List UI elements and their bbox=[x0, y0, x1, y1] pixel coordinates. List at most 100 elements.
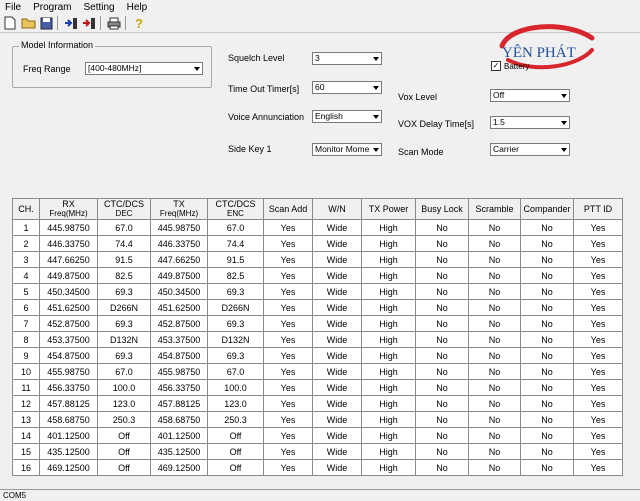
cell-w-n[interactable]: Wide bbox=[312, 267, 362, 284]
cell-rx-freq[interactable]: 453.37500 bbox=[39, 331, 98, 348]
cell-w-n[interactable]: Wide bbox=[312, 331, 362, 348]
cell-ctc-dcs-dec[interactable]: 69.3 bbox=[97, 347, 151, 364]
cell-compander[interactable]: No bbox=[520, 347, 574, 364]
cell-tx-power[interactable]: High bbox=[361, 443, 416, 460]
cell-rx-freq[interactable]: 457.88125 bbox=[39, 395, 98, 412]
cell-ptt-id[interactable]: Yes bbox=[573, 315, 623, 332]
cell-busy-lock[interactable]: No bbox=[415, 267, 469, 284]
cell-w-n[interactable]: Wide bbox=[312, 395, 362, 412]
cell-ptt-id[interactable]: Yes bbox=[573, 267, 623, 284]
cell-tx-freq[interactable]: 456.33750 bbox=[150, 379, 208, 396]
cell-rx-freq[interactable]: 401.12500 bbox=[39, 427, 98, 444]
cell-w-n[interactable]: Wide bbox=[312, 299, 362, 316]
menu-program[interactable]: Program bbox=[28, 2, 78, 13]
cell-busy-lock[interactable]: No bbox=[415, 395, 469, 412]
help-icon[interactable]: ? bbox=[131, 15, 147, 31]
cell-ctc-dcs-enc[interactable]: D132N bbox=[207, 331, 264, 348]
cell-compander[interactable]: No bbox=[520, 219, 574, 236]
cell-tx-power[interactable]: High bbox=[361, 459, 416, 476]
cell-busy-lock[interactable]: No bbox=[415, 427, 469, 444]
battery-checkbox[interactable]: ✓ bbox=[491, 61, 501, 71]
voice-annunciation-select[interactable]: English bbox=[312, 110, 382, 123]
cell-ptt-id[interactable]: Yes bbox=[573, 411, 623, 428]
cell-ctc-dcs-enc[interactable]: D266N bbox=[207, 299, 264, 316]
cell-ctc-dcs-enc[interactable]: 69.3 bbox=[207, 283, 264, 300]
cell-ctc-dcs-enc[interactable]: Off bbox=[207, 443, 264, 460]
cell-busy-lock[interactable]: No bbox=[415, 331, 469, 348]
cell-tx-freq[interactable]: 453.37500 bbox=[150, 331, 208, 348]
cell-scramble[interactable]: No bbox=[468, 219, 521, 236]
cell-ptt-id[interactable]: Yes bbox=[573, 283, 623, 300]
write-radio-icon[interactable] bbox=[81, 15, 97, 31]
cell-scramble[interactable]: No bbox=[468, 235, 521, 252]
cell-scramble[interactable]: No bbox=[468, 379, 521, 396]
cell-busy-lock[interactable]: No bbox=[415, 379, 469, 396]
cell-ptt-id[interactable]: Yes bbox=[573, 443, 623, 460]
cell-tx-power[interactable]: High bbox=[361, 299, 416, 316]
cell-tx-freq[interactable]: 447.66250 bbox=[150, 251, 208, 268]
cell-ctc-dcs-enc[interactable]: Off bbox=[207, 427, 264, 444]
cell-scan-add[interactable]: Yes bbox=[263, 363, 313, 380]
cell-ptt-id[interactable]: Yes bbox=[573, 219, 623, 236]
cell-scan-add[interactable]: Yes bbox=[263, 235, 313, 252]
cell-w-n[interactable]: Wide bbox=[312, 315, 362, 332]
cell-scan-add[interactable]: Yes bbox=[263, 411, 313, 428]
menu-file[interactable]: File bbox=[0, 2, 28, 13]
cell-scan-add[interactable]: Yes bbox=[263, 331, 313, 348]
cell-tx-power[interactable]: High bbox=[361, 315, 416, 332]
cell-ctc-dcs-dec[interactable]: 69.3 bbox=[97, 315, 151, 332]
scan-mode-select[interactable]: Carrier bbox=[490, 143, 570, 156]
vox-delay-time-select[interactable]: 1.5 bbox=[490, 116, 570, 129]
cell-compander[interactable]: No bbox=[520, 427, 574, 444]
cell-rx-freq[interactable]: 454.87500 bbox=[39, 347, 98, 364]
cell-compander[interactable]: No bbox=[520, 443, 574, 460]
cell-ctc-dcs-enc[interactable]: 91.5 bbox=[207, 251, 264, 268]
cell-tx-power[interactable]: High bbox=[361, 363, 416, 380]
cell-busy-lock[interactable]: No bbox=[415, 315, 469, 332]
cell-tx-power[interactable]: High bbox=[361, 219, 416, 236]
cell-ctc-dcs-dec[interactable]: 74.4 bbox=[97, 235, 151, 252]
cell-ctc-dcs-dec[interactable]: D132N bbox=[97, 331, 151, 348]
cell-rx-freq[interactable]: 456.33750 bbox=[39, 379, 98, 396]
cell-ptt-id[interactable]: Yes bbox=[573, 427, 623, 444]
cell-compander[interactable]: No bbox=[520, 331, 574, 348]
cell-scan-add[interactable]: Yes bbox=[263, 459, 313, 476]
cell-ctc-dcs-dec[interactable]: Off bbox=[97, 459, 151, 476]
cell-compander[interactable]: No bbox=[520, 235, 574, 252]
cell-ctc-dcs-dec[interactable]: 67.0 bbox=[97, 219, 151, 236]
cell-ctc-dcs-dec[interactable]: 91.5 bbox=[97, 251, 151, 268]
cell-scan-add[interactable]: Yes bbox=[263, 427, 313, 444]
cell-w-n[interactable]: Wide bbox=[312, 219, 362, 236]
cell-ctc-dcs-dec[interactable]: 250.3 bbox=[97, 411, 151, 428]
cell-rx-freq[interactable]: 469.12500 bbox=[39, 459, 98, 476]
freq-range-select[interactable]: [400-480MHz] bbox=[85, 62, 203, 75]
new-file-icon[interactable] bbox=[2, 15, 18, 31]
cell-compander[interactable]: No bbox=[520, 267, 574, 284]
cell-scan-add[interactable]: Yes bbox=[263, 283, 313, 300]
print-icon[interactable] bbox=[106, 15, 122, 31]
cell-tx-freq[interactable]: 449.87500 bbox=[150, 267, 208, 284]
cell-tx-power[interactable]: High bbox=[361, 411, 416, 428]
cell-scramble[interactable]: No bbox=[468, 331, 521, 348]
cell-ctc-dcs-dec[interactable]: D266N bbox=[97, 299, 151, 316]
cell-ctc-dcs-dec[interactable]: 123.0 bbox=[97, 395, 151, 412]
cell-tx-power[interactable]: High bbox=[361, 251, 416, 268]
cell-scan-add[interactable]: Yes bbox=[263, 267, 313, 284]
cell-compander[interactable]: No bbox=[520, 411, 574, 428]
cell-ctc-dcs-enc[interactable]: 250.3 bbox=[207, 411, 264, 428]
cell-scramble[interactable]: No bbox=[468, 299, 521, 316]
cell-scramble[interactable]: No bbox=[468, 411, 521, 428]
cell-scan-add[interactable]: Yes bbox=[263, 251, 313, 268]
cell-rx-freq[interactable]: 450.34500 bbox=[39, 283, 98, 300]
cell-ptt-id[interactable]: Yes bbox=[573, 347, 623, 364]
cell-tx-freq[interactable]: 452.87500 bbox=[150, 315, 208, 332]
cell-w-n[interactable]: Wide bbox=[312, 347, 362, 364]
cell-tx-freq[interactable]: 446.33750 bbox=[150, 235, 208, 252]
cell-tx-freq[interactable]: 469.12500 bbox=[150, 459, 208, 476]
cell-ctc-dcs-dec[interactable]: Off bbox=[97, 443, 151, 460]
cell-w-n[interactable]: Wide bbox=[312, 411, 362, 428]
cell-compander[interactable]: No bbox=[520, 379, 574, 396]
cell-busy-lock[interactable]: No bbox=[415, 347, 469, 364]
cell-ptt-id[interactable]: Yes bbox=[573, 331, 623, 348]
cell-w-n[interactable]: Wide bbox=[312, 459, 362, 476]
